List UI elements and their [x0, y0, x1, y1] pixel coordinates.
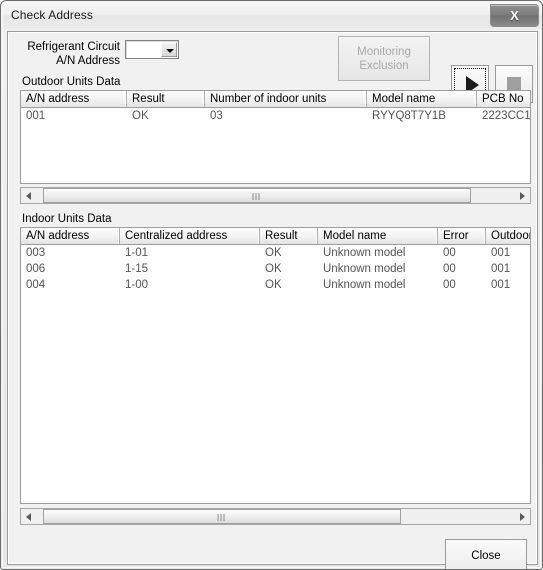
indoor-units-section-label: Indoor Units Data	[22, 213, 112, 225]
outdoor-column-header[interactable]: Result	[127, 91, 205, 107]
cell-error: 00	[443, 263, 456, 275]
cell-model-name: Unknown model	[323, 247, 406, 259]
arrow-right-icon[interactable]	[515, 509, 530, 524]
indoor-column-header[interactable]: Outdoor unit	[486, 228, 530, 244]
cell-outdoor-unit: 001	[491, 279, 511, 291]
cell-an-address: 004	[26, 279, 46, 291]
monitoring-exclusion-label-line2: Exclusion	[359, 60, 409, 72]
cell-result: OK	[265, 279, 282, 291]
outdoor-rows: 001 OK 03 RYYQ8T7Y1B 2223CC18	[21, 108, 530, 124]
cell-an-address: 001	[26, 110, 46, 122]
table-row[interactable]: 006 1-15 OK Unknown model 00 001	[21, 261, 530, 277]
cell-error: 00	[443, 279, 456, 291]
arrow-right-glyph	[520, 192, 525, 200]
window-title: Check Address	[11, 8, 94, 22]
outdoor-column-header[interactable]: Model name	[367, 91, 477, 107]
table-row[interactable]: 003 1-01 OK Unknown model 00 001	[21, 245, 530, 261]
scrollbar-grip	[217, 514, 227, 521]
monitoring-exclusion-button[interactable]: Monitoring Exclusion	[338, 36, 430, 81]
cell-error: 00	[443, 247, 456, 259]
cell-result: OK	[265, 247, 282, 259]
cell-outdoor-unit: 001	[491, 247, 511, 259]
stop-icon	[507, 77, 521, 91]
indoor-column-header[interactable]: Centralized address	[120, 228, 260, 244]
table-row[interactable]: 001 OK 03 RYYQ8T7Y1B 2223CC18	[21, 108, 530, 124]
indoor-units-grid: A/N address Centralized address Result Mode…	[20, 227, 531, 504]
check-address-window: Check Address X Refrigerant Circuit A/N …	[0, 0, 543, 570]
refrigerant-circuit-label: Refrigerant Circuit A/N Address	[24, 40, 120, 68]
indoor-column-header[interactable]: Error	[438, 228, 486, 244]
arrow-left-icon[interactable]	[21, 188, 36, 203]
cell-model-name: Unknown model	[323, 263, 406, 275]
cell-centralized-address: 1-00	[125, 279, 149, 291]
arrow-right-glyph	[520, 513, 525, 521]
close-icon: X	[510, 8, 519, 23]
cell-centralized-address: 1-01	[125, 247, 149, 259]
cell-centralized-address: 1-15	[125, 263, 149, 275]
cell-model-name: RYYQ8T7Y1B	[372, 110, 446, 122]
monitoring-exclusion-label-line1: Monitoring	[357, 46, 411, 58]
window-close-button[interactable]: X	[490, 4, 539, 27]
indoor-column-header[interactable]: Result	[260, 228, 318, 244]
cell-outdoor-unit: 001	[491, 263, 511, 275]
indoor-column-header[interactable]: Model name	[318, 228, 438, 244]
close-button[interactable]: Close	[445, 539, 527, 569]
dialog-client-area: Refrigerant Circuit A/N Address Monitori…	[7, 31, 538, 569]
indoor-scrollbar-thumb[interactable]	[43, 509, 401, 524]
outdoor-horizontal-scrollbar[interactable]	[20, 187, 531, 204]
cell-result: OK	[265, 263, 282, 275]
outdoor-column-header[interactable]: A/N address	[21, 91, 127, 107]
outdoor-units-section-label: Outdoor Units Data	[22, 76, 121, 88]
cell-an-address: 003	[26, 247, 46, 259]
outdoor-column-header[interactable]: Number of indoor units	[205, 91, 367, 107]
indoor-horizontal-scrollbar[interactable]	[20, 508, 531, 525]
arrow-left-icon[interactable]	[21, 509, 36, 524]
cell-result: OK	[132, 110, 149, 122]
cell-model-name: Unknown model	[323, 279, 406, 291]
indoor-header-row: A/N address Centralized address Result Mode…	[21, 228, 530, 245]
table-row[interactable]: 004 1-00 OK Unknown model 00 001	[21, 277, 530, 293]
arrow-left-glyph	[26, 192, 31, 200]
outdoor-scrollbar-thumb[interactable]	[43, 188, 471, 203]
indoor-column-header[interactable]: A/N address	[21, 228, 120, 244]
cell-pcb-no: 2223CC18	[482, 110, 531, 122]
arrow-right-icon[interactable]	[515, 188, 530, 203]
outdoor-units-grid: A/N address Result Number of indoor units M…	[20, 90, 531, 184]
outdoor-header-row: A/N address Result Number of indoor units M…	[21, 91, 530, 108]
outdoor-column-header[interactable]: PCB No	[477, 91, 530, 107]
chevron-down-icon[interactable]	[161, 42, 177, 57]
title-bar[interactable]: Check Address X	[3, 3, 542, 29]
refrigerant-circuit-label-line2: A/N Address	[56, 55, 120, 67]
refrigerant-circuit-label-line1: Refrigerant Circuit	[27, 41, 120, 53]
refrigerant-circuit-select[interactable]	[125, 40, 179, 59]
chevron-down-glyph	[166, 49, 174, 53]
arrow-left-glyph	[26, 513, 31, 521]
scrollbar-grip	[252, 193, 262, 200]
cell-indoor-units: 03	[210, 110, 223, 122]
indoor-rows: 003 1-01 OK Unknown model 00 001 006 1-15 OK Unkn…	[21, 245, 530, 293]
cell-an-address: 006	[26, 263, 46, 275]
